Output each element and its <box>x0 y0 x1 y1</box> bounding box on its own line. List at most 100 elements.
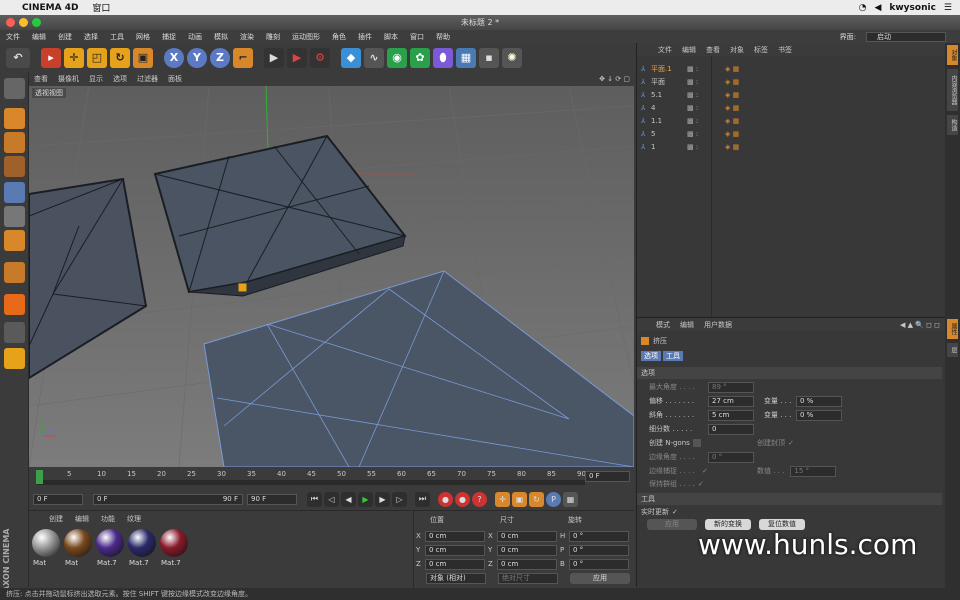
coord-field-pos[interactable]: 0 cm <box>425 544 485 556</box>
param-field[interactable]: 89 ° <box>708 381 754 393</box>
undo-icon[interactable]: ↶ <box>6 47 30 68</box>
wifi-icon[interactable]: ◔ <box>859 3 867 13</box>
edge-angle-field[interactable]: 0 ° <box>708 451 754 463</box>
zoom-window-button[interactable] <box>32 18 41 27</box>
material-tag-icon[interactable]: ◈ ▦ <box>725 130 739 138</box>
perspective-viewport[interactable]: 透视视图 <box>29 86 634 467</box>
go-end-icon[interactable]: ⏭ <box>415 491 430 507</box>
prev-key-icon[interactable]: ◁ <box>324 491 339 507</box>
object-row[interactable]: ⅄ 1.1 ▩ : ◈ ▦ <box>641 114 941 127</box>
tab-attributes[interactable]: 属性 <box>947 319 958 339</box>
timeline-track[interactable] <box>37 480 585 485</box>
mat-texture-menu[interactable]: 纹理 <box>121 514 147 524</box>
menu-file[interactable]: 文件 <box>0 32 26 42</box>
tab-options[interactable]: 选项 <box>641 351 661 361</box>
make-editable-icon[interactable] <box>4 78 25 99</box>
points-mode-icon[interactable] <box>4 182 25 203</box>
play-icon[interactable]: ▶ <box>358 491 373 507</box>
mat-edit-menu[interactable]: 编辑 <box>69 514 95 524</box>
coordinate-system-icon[interactable]: ⌐ <box>233 47 253 68</box>
material-swatch[interactable]: Mat <box>63 529 93 571</box>
coord-mode-select[interactable]: 对象 (相对) <box>426 573 486 584</box>
material-swatch[interactable]: Mat.7 <box>95 529 125 571</box>
menu-create[interactable]: 创建 <box>52 32 78 42</box>
object-row[interactable]: ⅄ 4 ▩ : ◈ ▦ <box>641 101 941 114</box>
ngons-checkbox[interactable] <box>692 439 701 447</box>
object-row[interactable]: ⅄ 平面 ▩ : ◈ ▦ <box>641 75 941 88</box>
tab-content-browser[interactable]: 内容浏览器 <box>947 69 958 111</box>
panel-menu[interactable]: 面板 <box>163 74 187 84</box>
tab-structure[interactable]: 构造 <box>947 115 958 135</box>
timeline-end-field[interactable]: 0 F <box>585 471 630 482</box>
options-menu[interactable]: 选项 <box>108 74 132 84</box>
view-menu[interactable]: 查看 <box>29 74 53 84</box>
model-mode-icon[interactable] <box>4 108 25 129</box>
obj-bookmarks-menu[interactable]: 书签 <box>773 45 797 55</box>
options-section-header[interactable]: 选项 <box>637 367 942 379</box>
material-tag-icon[interactable]: ◈ ▦ <box>725 143 739 151</box>
coord-field-rot[interactable]: 0 ° <box>569 530 629 542</box>
coord-field-pos[interactable]: 0 cm <box>425 530 485 542</box>
key-parameter-icon[interactable]: P <box>546 491 561 507</box>
realtime-checkbox[interactable]: ✓ <box>672 508 678 516</box>
tab-objects[interactable]: 对象 <box>947 45 958 65</box>
coord-field-pos[interactable]: 0 cm <box>425 558 485 570</box>
object-row[interactable]: ⅄ 平面.1 ▩ : ◈ ▦ <box>641 62 941 75</box>
window-menu[interactable]: 窗口 <box>92 1 110 14</box>
scale-icon[interactable]: ◰ <box>87 47 107 68</box>
visibility-toggle[interactable]: ▩ : <box>687 143 725 151</box>
edges-mode-icon[interactable] <box>4 206 25 227</box>
texture-mode-icon[interactable] <box>4 132 25 153</box>
cloner-icon[interactable]: ✿ <box>410 47 430 68</box>
visibility-toggle[interactable]: ▩ : <box>687 104 725 112</box>
material-swatch[interactable]: Mat.7 <box>127 529 157 571</box>
material-tag-icon[interactable]: ◈ ▦ <box>725 104 739 112</box>
playhead[interactable] <box>36 470 43 484</box>
visibility-toggle[interactable]: ▩ : <box>687 117 725 125</box>
obj-objects-menu[interactable]: 对象 <box>725 45 749 55</box>
material-tag-icon[interactable]: ◈ ▦ <box>725 117 739 125</box>
material-swatch[interactable]: Mat.7 <box>159 529 189 571</box>
menu-simulate[interactable]: 模拟 <box>208 32 234 42</box>
axis-mode-icon[interactable] <box>4 262 25 283</box>
menu-edit[interactable]: 编辑 <box>26 32 52 42</box>
menu-sculpt[interactable]: 雕刻 <box>260 32 286 42</box>
cube-icon[interactable]: ◆ <box>341 47 361 68</box>
cap-checkbox[interactable]: ✓ <box>788 439 794 447</box>
att-edit-menu[interactable]: 编辑 <box>675 320 699 330</box>
obj-file-menu[interactable]: 文件 <box>653 45 677 55</box>
visibility-toggle[interactable]: ▩ : <box>687 91 725 99</box>
att-nav-icon[interactable]: ◀ ▲ 🔍 ◻ ◻ <box>900 321 946 329</box>
camera-icon[interactable]: ▪ <box>479 47 499 68</box>
snap-icon[interactable] <box>4 294 25 315</box>
menu-character[interactable]: 角色 <box>326 32 352 42</box>
menu-mesh[interactable]: 网格 <box>130 32 156 42</box>
menu-snap[interactable]: 捕捉 <box>156 32 182 42</box>
material-tag-icon[interactable]: ◈ ▦ <box>725 65 739 73</box>
user-name[interactable]: kwysonic <box>889 3 936 13</box>
material-tag-icon[interactable]: ◈ ▦ <box>725 78 739 86</box>
obj-edit-menu[interactable]: 编辑 <box>677 45 701 55</box>
menu-window[interactable]: 窗口 <box>404 32 430 42</box>
live-selection-icon[interactable]: ▸ <box>41 47 61 68</box>
value-field[interactable]: 15 ° <box>790 465 837 477</box>
param-field[interactable]: 0 <box>708 423 754 435</box>
key-pla-icon[interactable]: ▦ <box>563 491 578 507</box>
workplane-lock-icon[interactable] <box>4 322 25 343</box>
render-picture-viewer-icon[interactable]: ▶ <box>287 47 307 68</box>
workplane-icon[interactable] <box>4 156 25 177</box>
menu-list-icon[interactable]: ☰ <box>944 3 952 13</box>
record-icon[interactable]: ● <box>438 491 453 507</box>
key-rotation-icon[interactable]: ↻ <box>529 491 544 507</box>
timeline[interactable]: 051015202530354045505560657075808590 0 F <box>29 467 634 489</box>
y-axis-icon[interactable]: Y <box>187 47 207 68</box>
coord-field-rot[interactable]: 0 ° <box>569 544 629 556</box>
material-swatch[interactable]: Mat <box>31 529 61 571</box>
menu-animate[interactable]: 动画 <box>182 32 208 42</box>
next-frame-icon[interactable]: ▶ <box>375 491 390 507</box>
menu-tools[interactable]: 工具 <box>104 32 130 42</box>
menu-script[interactable]: 脚本 <box>378 32 404 42</box>
cameras-menu[interactable]: 摄像机 <box>53 74 84 84</box>
visibility-toggle[interactable]: ▩ : <box>687 65 725 73</box>
tab-layers[interactable]: 层 <box>947 343 958 357</box>
